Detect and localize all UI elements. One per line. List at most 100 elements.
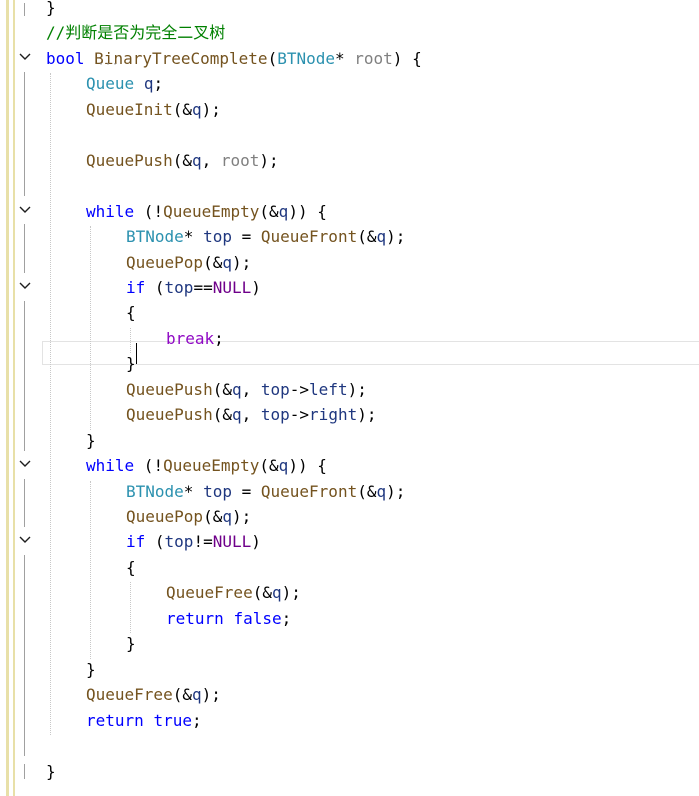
code-token: top — [164, 277, 194, 297]
code-line[interactable]: BTNode* top = QueueFront(&q); — [126, 224, 405, 249]
code-token: true — [153, 710, 192, 730]
code-line[interactable]: if (top==NULL) — [126, 275, 261, 300]
text-caret — [136, 343, 137, 364]
code-token: ( — [267, 48, 278, 68]
chevron-down-icon[interactable] — [17, 279, 33, 295]
code-line[interactable]: QueuePush(&q, top->right); — [126, 402, 376, 427]
code-token: QueueFree — [86, 685, 173, 705]
indent-guide — [50, 73, 52, 736]
code-token: * — [183, 227, 204, 247]
outline-line — [24, 300, 25, 451]
code-token: ); — [386, 481, 406, 501]
code-line[interactable]: while (!QueueEmpty(&q)) { — [86, 453, 327, 478]
code-token: break — [166, 328, 215, 348]
code-token: q — [271, 583, 282, 603]
code-token: (! — [134, 201, 164, 221]
code-token: q — [376, 227, 387, 247]
code-token: NULL — [212, 277, 252, 297]
code-token: top — [203, 481, 232, 501]
code-token: return — [86, 710, 144, 730]
change-bar-secondary — [13, 0, 15, 796]
code-token: (& — [212, 405, 232, 425]
code-line[interactable]: Queue q; — [86, 71, 163, 96]
code-line[interactable]: { — [126, 555, 136, 580]
indent-guide — [130, 327, 132, 354]
chevron-down-icon[interactable] — [17, 457, 33, 473]
code-token: QueueFree — [166, 583, 253, 603]
code-line[interactable]: QueuePush(&q, top->left); — [126, 377, 367, 402]
code-token: ); — [386, 227, 406, 247]
indent-guide — [130, 582, 132, 634]
chevron-down-icon[interactable] — [17, 50, 33, 66]
code-line[interactable]: return false; — [166, 606, 291, 631]
code-token: ( — [145, 277, 165, 297]
code-token: { — [126, 303, 136, 323]
code-token: ( — [145, 532, 165, 552]
code-token: bool — [46, 48, 85, 68]
code-token: != — [193, 532, 213, 552]
code-token: ); — [259, 150, 279, 170]
code-token: } — [126, 634, 136, 654]
code-token: } — [46, 761, 56, 781]
code-token: q — [278, 201, 289, 221]
code-line[interactable]: BTNode* top = QueueFront(&q); — [126, 479, 405, 504]
code-line[interactable]: if (top!=NULL) — [126, 529, 261, 554]
code-token: false — [233, 608, 282, 628]
code-line[interactable]: break; — [166, 326, 224, 351]
code-token: Queue — [86, 74, 135, 94]
chevron-down-icon[interactable] — [17, 533, 33, 549]
code-token: QueuePush — [126, 405, 213, 425]
code-token: top — [260, 405, 290, 425]
code-token: QueuePush — [126, 379, 213, 399]
code-token: q — [222, 507, 232, 526]
code-token: q — [376, 481, 387, 501]
code-token: ; — [214, 328, 224, 348]
code-line[interactable]: } — [86, 657, 96, 682]
code-token: (& — [172, 685, 192, 705]
code-line[interactable]: } — [46, 759, 56, 784]
code-token: return — [166, 608, 224, 628]
code-line[interactable]: QueueInit(&q); — [86, 97, 221, 122]
code-token: q — [231, 405, 242, 425]
code-line[interactable]: QueuePop(&q); — [126, 250, 251, 275]
code-token: ); — [281, 583, 301, 603]
code-token: ; — [281, 608, 292, 628]
code-token: )) { — [288, 456, 327, 476]
code-token: NULL — [212, 532, 252, 552]
code-token: QueuePop — [126, 252, 204, 272]
code-line[interactable]: return true; — [86, 708, 202, 733]
code-token: )) { — [288, 201, 327, 221]
code-token: if — [126, 532, 146, 552]
code-token: , — [241, 379, 261, 399]
code-line[interactable]: QueueFree(&q); — [166, 580, 301, 605]
code-token: (& — [252, 583, 272, 603]
code-token: while — [86, 201, 135, 221]
code-token: right — [309, 405, 358, 425]
code-line[interactable]: } — [126, 631, 136, 656]
code-token: } — [46, 0, 56, 17]
code-token: ) — [251, 277, 261, 297]
chevron-down-icon[interactable] — [17, 203, 33, 219]
code-token: ); — [231, 507, 252, 526]
code-token: QueueFront — [260, 227, 358, 247]
code-token: QueueInit — [86, 99, 173, 119]
code-token: root — [354, 48, 393, 68]
code-line[interactable]: { — [126, 300, 136, 325]
code-line[interactable]: } — [46, 0, 56, 20]
code-token: (& — [357, 227, 377, 247]
code-line[interactable]: } — [86, 428, 96, 453]
code-line[interactable]: QueueFree(&q); — [86, 682, 221, 707]
code-line[interactable]: QueuePop(&q); — [126, 504, 251, 529]
code-line[interactable]: } — [126, 351, 136, 376]
code-line[interactable]: //判断是否为完全二叉树 — [46, 20, 225, 45]
code-token: ) { — [392, 48, 422, 68]
code-token: (& — [357, 481, 377, 501]
code-line[interactable]: QueuePush(&q, root); — [86, 148, 279, 173]
code-token: ) — [251, 532, 261, 552]
code-token: -> — [289, 379, 310, 399]
editor[interactable]: }//判断是否为完全二叉树 bool BinaryTreeComplete(BTN… — [0, 0, 699, 796]
code-token: left — [309, 379, 348, 399]
code-token: BinaryTreeComplete — [94, 48, 268, 68]
code-line[interactable]: while (!QueueEmpty(&q)) { — [86, 199, 327, 224]
